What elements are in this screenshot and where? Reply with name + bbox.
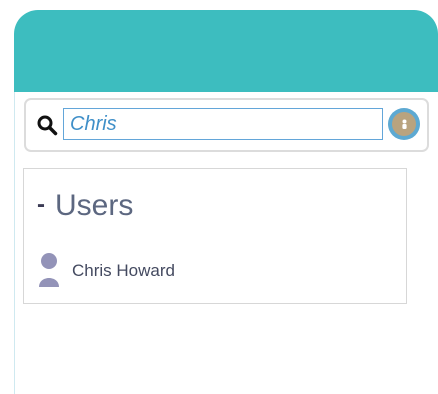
user-silhouette-icon: [38, 251, 60, 289]
user-result-item[interactable]: Chris Howard: [38, 251, 175, 289]
user-name: Chris Howard: [72, 260, 175, 280]
search-panel: [24, 98, 429, 152]
results-panel: - Users Chris Howard: [23, 168, 407, 304]
section-title: Users: [55, 189, 134, 222]
users-section-header[interactable]: - Users: [37, 191, 133, 221]
search-input[interactable]: [63, 108, 383, 140]
user-avatar-button[interactable]: [388, 108, 420, 140]
search-icon[interactable]: [36, 114, 58, 136]
collapse-toggle[interactable]: -: [37, 193, 45, 217]
user-avatar-icon: [392, 112, 416, 136]
header-bar: [14, 10, 438, 92]
